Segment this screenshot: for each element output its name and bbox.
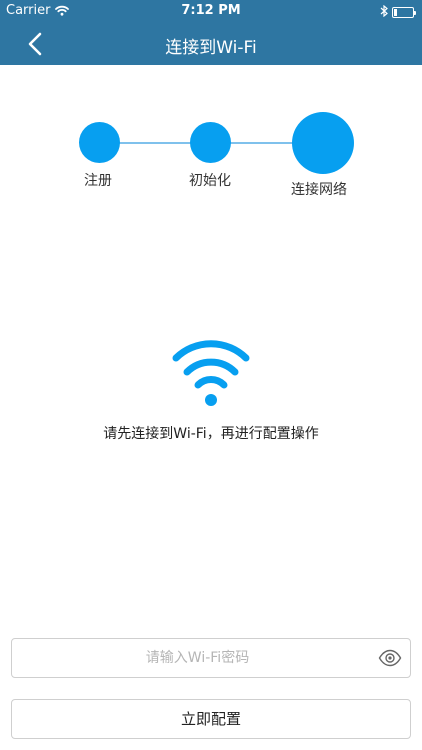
battery-icon [392,7,416,18]
step-dot-connect-network [292,112,354,174]
page-title: 连接到Wi-Fi [165,38,257,58]
status-bar-right [380,4,416,20]
wifi-icon [172,340,250,406]
step-label-register: 注册 [84,173,112,189]
battery-level [394,9,397,16]
step-progress: 注册 初始化 连接网络 [0,65,422,205]
step-label-connect-network: 连接网络 [291,182,347,198]
step-dot-initialize [190,122,231,163]
configure-now-button[interactable]: 立即配置 [11,699,411,739]
eye-icon [378,649,402,667]
wifi-password-input[interactable] [20,639,375,677]
status-bar: Carrier 7:12 PM [0,0,422,22]
step-label-initialize: 初始化 [189,173,231,189]
status-time: 7:12 PM [181,3,241,18]
wifi-password-field [11,638,411,678]
navigation-bar: 连接到Wi-Fi [0,22,422,65]
password-visibility-toggle[interactable] [378,648,402,668]
connect-hint-text: 请先连接到Wi-Fi，再进行配置操作 [103,426,319,442]
step-dot-register [79,122,120,163]
bluetooth-icon [380,4,388,20]
